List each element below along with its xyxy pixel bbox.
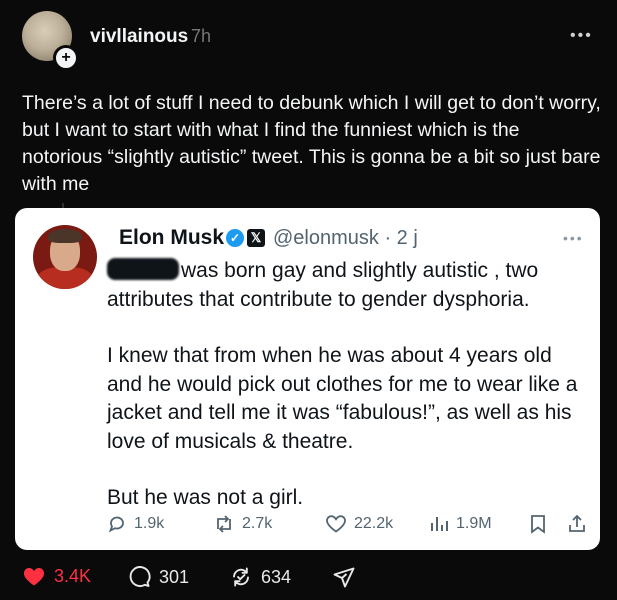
tweet-retweet-stat: 2.7k <box>213 514 272 534</box>
repost-button[interactable]: 634 <box>229 565 291 589</box>
reply-count: 301 <box>159 566 190 587</box>
tweet-author-avatar <box>33 225 97 289</box>
tweet-paragraph-1: was born gay and slightly autistic , two… <box>107 258 539 311</box>
post-time: 7h <box>191 26 212 46</box>
x-logo-icon: 𝕏 <box>247 229 265 247</box>
tweet-action-bar: 1.9k 2.7k 22.2k 1.9M <box>107 514 587 538</box>
repost-icon <box>233 567 249 587</box>
tweet-views-stat: 1.9M <box>429 514 492 534</box>
send-icon <box>333 567 355 588</box>
tweet-paragraph-2: I knew that from when he was about 4 yea… <box>107 344 578 453</box>
more-options-icon[interactable]: ••• <box>570 27 593 45</box>
tweet-author-name: Elon Musk <box>119 226 225 249</box>
post-text: There’s a lot of stuff I need to debunk … <box>22 92 601 195</box>
analytics-icon <box>431 517 448 531</box>
bookmark-icon <box>529 514 547 534</box>
like-count: 3.4K <box>54 565 92 586</box>
post-action-bar: 3.4K 301 634 <box>22 565 602 591</box>
redaction-scribble <box>107 258 179 280</box>
reply-button[interactable]: 301 <box>127 565 189 589</box>
heart-filled-icon <box>24 568 44 586</box>
verified-badge-icon: ✓ <box>226 229 244 247</box>
username[interactable]: vivllainous <box>90 26 188 48</box>
tweet-author-handle: @elonmusk <box>273 227 379 249</box>
comment-icon <box>129 566 151 587</box>
share-button[interactable] <box>332 565 356 589</box>
like-button[interactable]: 3.4K <box>22 565 91 587</box>
tweet-more-icon: ••• <box>563 230 584 246</box>
reply-icon <box>108 516 124 533</box>
tweet-like-stat: 22.2k <box>325 514 393 534</box>
heart-outline-icon <box>326 515 346 533</box>
share-icon <box>567 514 587 534</box>
tweet-time: · 2 j <box>384 227 418 249</box>
embedded-tweet-image[interactable]: Elon Musk ✓ 𝕏 @elonmusk · 2 j ••• was bo… <box>15 208 600 550</box>
repost-count: 634 <box>261 566 292 587</box>
tweet-text: was born gay and slightly autistic , two… <box>107 257 587 513</box>
follow-plus-icon[interactable]: + <box>53 45 79 71</box>
retweet-icon <box>217 515 231 533</box>
tweet-reply-stat: 1.9k <box>107 514 164 534</box>
tweet-paragraph-3: But he was not a girl. <box>107 486 304 509</box>
